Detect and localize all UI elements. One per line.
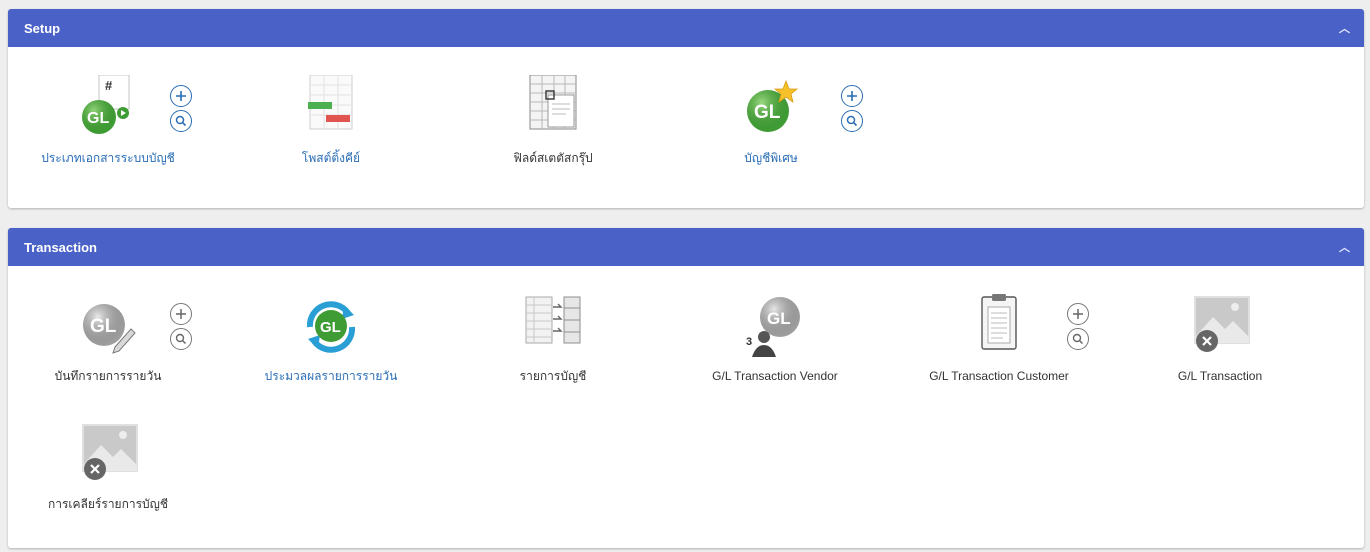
setup-header[interactable]: Setup ︿ bbox=[8, 9, 1364, 47]
transaction-tile-account-list[interactable]: รายการบัญชี bbox=[468, 293, 638, 386]
setup-tile-label[interactable]: บัญชีพิเศษ bbox=[686, 149, 856, 168]
setup-tile-doc-type[interactable]: # GL ประเภทเอกสารระบบบัญชี bbox=[23, 75, 193, 168]
add-button[interactable] bbox=[170, 85, 192, 107]
plus-icon bbox=[1072, 308, 1084, 320]
field-status-group-icon bbox=[520, 75, 586, 141]
transaction-tile-label[interactable]: รายการบัญชี bbox=[468, 367, 638, 386]
svg-text:#: # bbox=[105, 78, 113, 93]
transaction-tile-process-journal[interactable]: GL ประมวลผลรายการรายวัน bbox=[246, 293, 416, 386]
broken-image-icon bbox=[1187, 293, 1253, 359]
svg-text:GL: GL bbox=[90, 316, 117, 337]
setup-tile-special-account[interactable]: GL บัญชีพิเศษ bbox=[686, 75, 856, 168]
transaction-title: Transaction bbox=[24, 239, 97, 255]
gl-pencil-icon: GL bbox=[75, 293, 141, 359]
gl-document-type-icon: # GL bbox=[75, 75, 141, 141]
setup-tile-label[interactable]: ฟิลด์สเตตัสกรุ๊ป bbox=[468, 149, 638, 168]
svg-text:GL: GL bbox=[767, 309, 791, 328]
transaction-tile-gl-vendor[interactable]: GL 3 G/L Transaction Vendor bbox=[690, 293, 860, 386]
add-button[interactable] bbox=[170, 303, 192, 325]
gl-star-icon: GL bbox=[738, 75, 804, 141]
search-icon bbox=[175, 115, 187, 127]
transaction-tile-label[interactable]: การเคลียร์รายการบัญชี bbox=[23, 495, 193, 514]
svg-text:3: 3 bbox=[746, 336, 752, 348]
setup-tile-field-status[interactable]: ฟิลด์สเตตัสกรุ๊ป bbox=[468, 75, 638, 168]
broken-image-icon bbox=[75, 421, 141, 487]
search-button[interactable] bbox=[841, 110, 863, 132]
transaction-tile-label[interactable]: G/L Transaction Vendor bbox=[690, 367, 860, 386]
clipboard-icon bbox=[966, 293, 1032, 359]
transaction-tile-clear-account[interactable]: การเคลียร์รายการบัญชี bbox=[23, 421, 193, 514]
transaction-panel: Transaction ︿ GL บันทึกรายการรายวัน GL ป… bbox=[8, 228, 1364, 548]
setup-tile-posting-key[interactable]: โพสต์ติ้งคีย์ bbox=[246, 75, 416, 168]
setup-title: Setup bbox=[24, 20, 61, 36]
transaction-tile-label[interactable]: ประมวลผลรายการรายวัน bbox=[246, 367, 416, 386]
svg-text:GL: GL bbox=[320, 319, 341, 336]
plus-icon bbox=[175, 90, 187, 102]
collapse-chevron-icon[interactable]: ︿ bbox=[1339, 20, 1350, 36]
transaction-tile-gl-transaction[interactable]: G/L Transaction bbox=[1135, 293, 1305, 386]
plus-icon bbox=[846, 90, 858, 102]
collapse-chevron-icon[interactable]: ︿ bbox=[1339, 239, 1350, 255]
transaction-tile-label[interactable]: G/L Transaction bbox=[1135, 367, 1305, 386]
account-list-icon bbox=[520, 293, 586, 359]
search-button[interactable] bbox=[170, 328, 192, 350]
transaction-header[interactable]: Transaction ︿ bbox=[8, 228, 1364, 266]
setup-panel: Setup ︿ # GL ประเภทเอกสารระบบบัญชี โพสต์… bbox=[8, 9, 1364, 208]
svg-text:GL: GL bbox=[754, 102, 781, 123]
transaction-tile-journal-entry[interactable]: GL บันทึกรายการรายวัน bbox=[23, 293, 193, 386]
add-button[interactable] bbox=[841, 85, 863, 107]
transaction-tile-label[interactable]: บันทึกรายการรายวัน bbox=[23, 367, 193, 386]
add-button[interactable] bbox=[1067, 303, 1089, 325]
setup-tile-label[interactable]: โพสต์ติ้งคีย์ bbox=[246, 149, 416, 168]
setup-tile-label[interactable]: ประเภทเอกสารระบบบัญชี bbox=[23, 149, 193, 168]
posting-key-icon bbox=[298, 75, 364, 141]
gl-refresh-icon: GL bbox=[298, 293, 364, 359]
plus-icon bbox=[175, 308, 187, 320]
search-icon bbox=[846, 115, 858, 127]
search-icon bbox=[1072, 333, 1084, 345]
search-icon bbox=[175, 333, 187, 345]
transaction-tile-gl-customer[interactable]: G/L Transaction Customer bbox=[914, 293, 1084, 386]
svg-text:GL: GL bbox=[87, 110, 109, 127]
transaction-tile-label[interactable]: G/L Transaction Customer bbox=[914, 367, 1084, 386]
search-button[interactable] bbox=[170, 110, 192, 132]
gl-vendor-icon: GL 3 bbox=[742, 293, 808, 359]
search-button[interactable] bbox=[1067, 328, 1089, 350]
